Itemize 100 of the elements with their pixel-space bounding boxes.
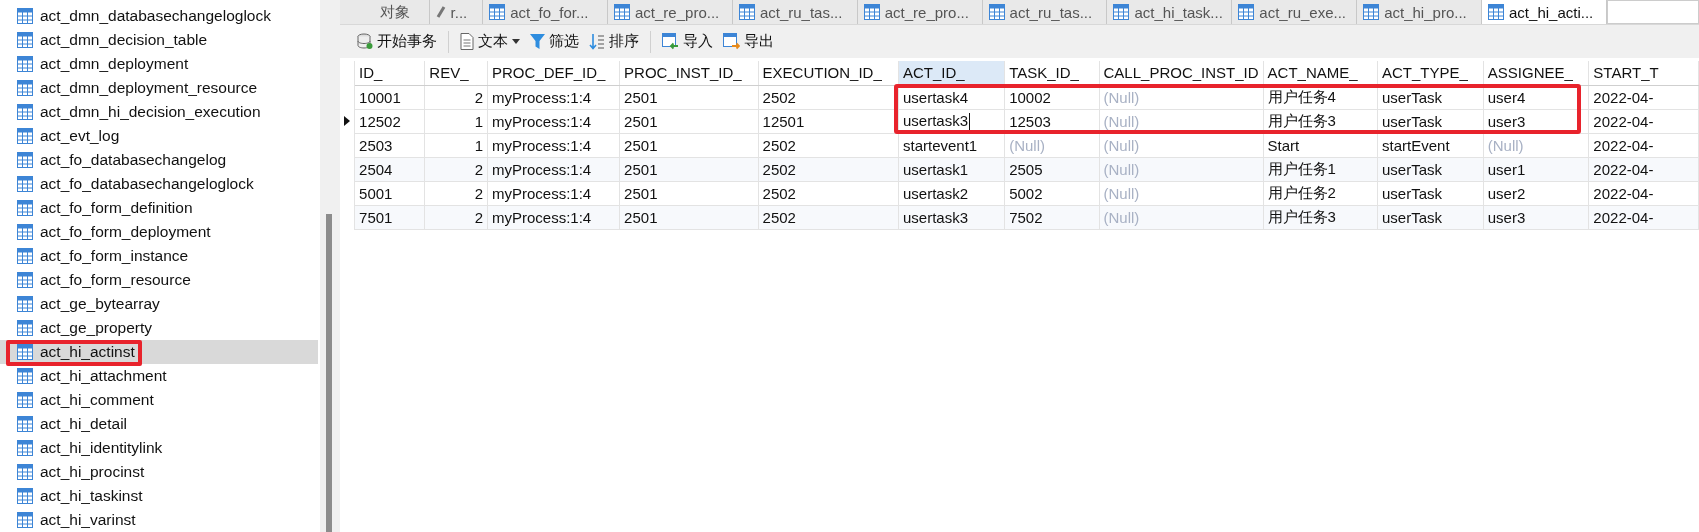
- sidebar-item[interactable]: act_hi_identitylink: [0, 436, 320, 460]
- table-icon: [17, 272, 33, 288]
- sidebar-item[interactable]: act_hi_attachment: [0, 364, 320, 388]
- table-cell: 用户任务1: [1263, 157, 1378, 181]
- tab[interactable]: act_hi_task...: [1107, 0, 1233, 24]
- text-button[interactable]: 文本: [457, 29, 523, 54]
- column-header[interactable]: PROC_DEF_ID_: [487, 61, 620, 85]
- table-icon: [17, 128, 33, 144]
- table-cell: myProcess:1:4: [487, 133, 620, 157]
- table-cell: Start: [1263, 133, 1378, 157]
- column-header[interactable]: ACT_TYPE_: [1377, 61, 1484, 85]
- table-cell: 用户任务3: [1263, 205, 1378, 229]
- column-header[interactable]: START_T: [1588, 61, 1699, 85]
- table-icon: [17, 512, 33, 528]
- table-icon: [17, 368, 33, 384]
- column-header[interactable]: PROC_INST_ID_: [619, 61, 759, 85]
- tab[interactable]: act_ru_exe...: [1232, 0, 1358, 24]
- sidebar-item[interactable]: act_dmn_hi_decision_execution: [0, 100, 320, 124]
- sidebar-item[interactable]: act_hi_detail: [0, 412, 320, 436]
- tab[interactable]: act_re_pro...: [608, 0, 733, 24]
- table-icon: [17, 296, 33, 312]
- sidebar-item[interactable]: act_fo_databasechangelog: [0, 148, 320, 172]
- column-header[interactable]: CALL_PROC_INST_ID: [1099, 61, 1264, 85]
- sidebar-item[interactable]: act_fo_form_instance: [0, 244, 320, 268]
- table-cell: (Null): [1099, 109, 1264, 133]
- filter-icon: [530, 33, 545, 50]
- table-cell: 2022-04-: [1588, 85, 1699, 109]
- search-field[interactable]: [1606, 0, 1699, 24]
- sidebar-item[interactable]: act_hi_procinst: [0, 460, 320, 484]
- sidebar-item[interactable]: act_hi_varinst: [0, 508, 320, 532]
- column-header[interactable]: ACT_ID_: [898, 61, 1005, 85]
- column-header[interactable]: TASK_ID_: [1004, 61, 1099, 85]
- column-header[interactable]: EXECUTION_ID_: [758, 61, 899, 85]
- column-header[interactable]: REV_: [424, 61, 488, 85]
- sidebar-item[interactable]: act_ge_bytearray: [0, 292, 320, 316]
- table-icon: [1488, 4, 1505, 20]
- table-cell: 2022-04-: [1588, 181, 1699, 205]
- table-cell: user3: [1483, 109, 1589, 133]
- tab[interactable]: act_ru_tas...: [982, 0, 1108, 24]
- table-cell: user3: [1483, 205, 1589, 229]
- sidebar-item[interactable]: act_hi_taskinst: [0, 484, 320, 508]
- table-icon: [1113, 4, 1130, 20]
- tab[interactable]: r...: [429, 0, 484, 24]
- sidebar-item[interactable]: act_dmn_decision_table: [0, 28, 320, 52]
- sidebar-item[interactable]: act_fo_form_deployment: [0, 220, 320, 244]
- table-cell: myProcess:1:4: [487, 109, 620, 133]
- table-cell: (Null): [1099, 157, 1264, 181]
- table-cell: 10002: [1004, 85, 1099, 109]
- table-icon: [738, 4, 755, 20]
- table-cell: usertask4: [898, 85, 1005, 109]
- export-button[interactable]: 导出: [720, 29, 777, 54]
- transaction-button[interactable]: 开始事务: [354, 29, 440, 54]
- table-icon: [17, 416, 33, 432]
- tab[interactable]: act_ru_tas...: [732, 0, 858, 24]
- table-cell: usertask3: [898, 205, 1005, 229]
- table-icon: [1238, 4, 1255, 20]
- text-cursor: [969, 113, 970, 131]
- filter-button[interactable]: 筛选: [527, 29, 582, 54]
- table-cell: 2501: [619, 205, 759, 229]
- sidebar-item[interactable]: act_ge_property: [0, 316, 320, 340]
- table-cell: usertask3: [898, 109, 1005, 133]
- table-cell: user1: [1483, 157, 1589, 181]
- sidebar-item[interactable]: act_dmn_deployment: [0, 52, 320, 76]
- sidebar-item[interactable]: act_hi_comment: [0, 388, 320, 412]
- sidebar-item[interactable]: act_dmn_deployment_resource: [0, 76, 320, 100]
- table-cell: userTask: [1377, 205, 1484, 229]
- table-cell: 1: [424, 109, 488, 133]
- sidebar-item[interactable]: act_fo_databasechangeloglock: [0, 172, 320, 196]
- table-cell: 12501: [758, 109, 899, 133]
- column-header[interactable]: ID_: [354, 61, 425, 85]
- document-icon: [460, 33, 474, 50]
- table-cell: 7502: [1004, 205, 1099, 229]
- table-cell: 2022-04-: [1588, 157, 1699, 181]
- table-icon: [17, 248, 33, 264]
- sidebar-item[interactable]: act_fo_form_definition: [0, 196, 320, 220]
- table-cell: 12502: [354, 109, 425, 133]
- import-button[interactable]: 导入: [659, 29, 716, 54]
- table-cell: myProcess:1:4: [487, 85, 620, 109]
- sidebar-item[interactable]: act_evt_log: [0, 124, 320, 148]
- sidebar-item[interactable]: act_fo_form_resource: [0, 268, 320, 292]
- table-icon: [17, 32, 33, 48]
- table-icon: [17, 488, 33, 504]
- table-cell: myProcess:1:4: [487, 205, 620, 229]
- column-header[interactable]: ASSIGNEE_: [1483, 61, 1589, 85]
- column-header[interactable]: ACT_NAME_: [1263, 61, 1378, 85]
- table-cell: 用户任务3: [1263, 109, 1378, 133]
- table-icon: [17, 464, 33, 480]
- tab[interactable]: act_fo_for...: [483, 0, 608, 24]
- table-cell: myProcess:1:4: [487, 181, 620, 205]
- scrollbar-thumb[interactable]: [326, 214, 332, 532]
- table-icon: [489, 4, 506, 20]
- table-icon: [17, 320, 33, 336]
- sort-button[interactable]: 排序: [586, 29, 642, 54]
- table-cell: 2022-04-: [1588, 205, 1699, 229]
- tab[interactable]: act_re_pro...: [857, 0, 983, 24]
- tab[interactable]: act_hi_pro...: [1357, 0, 1483, 24]
- table-cell: 2501: [619, 109, 759, 133]
- tab[interactable]: 对象: [340, 0, 430, 24]
- tab[interactable]: act_hi_acti...: [1482, 0, 1607, 24]
- sidebar-item[interactable]: act_dmn_databasechangeloglock: [0, 4, 320, 28]
